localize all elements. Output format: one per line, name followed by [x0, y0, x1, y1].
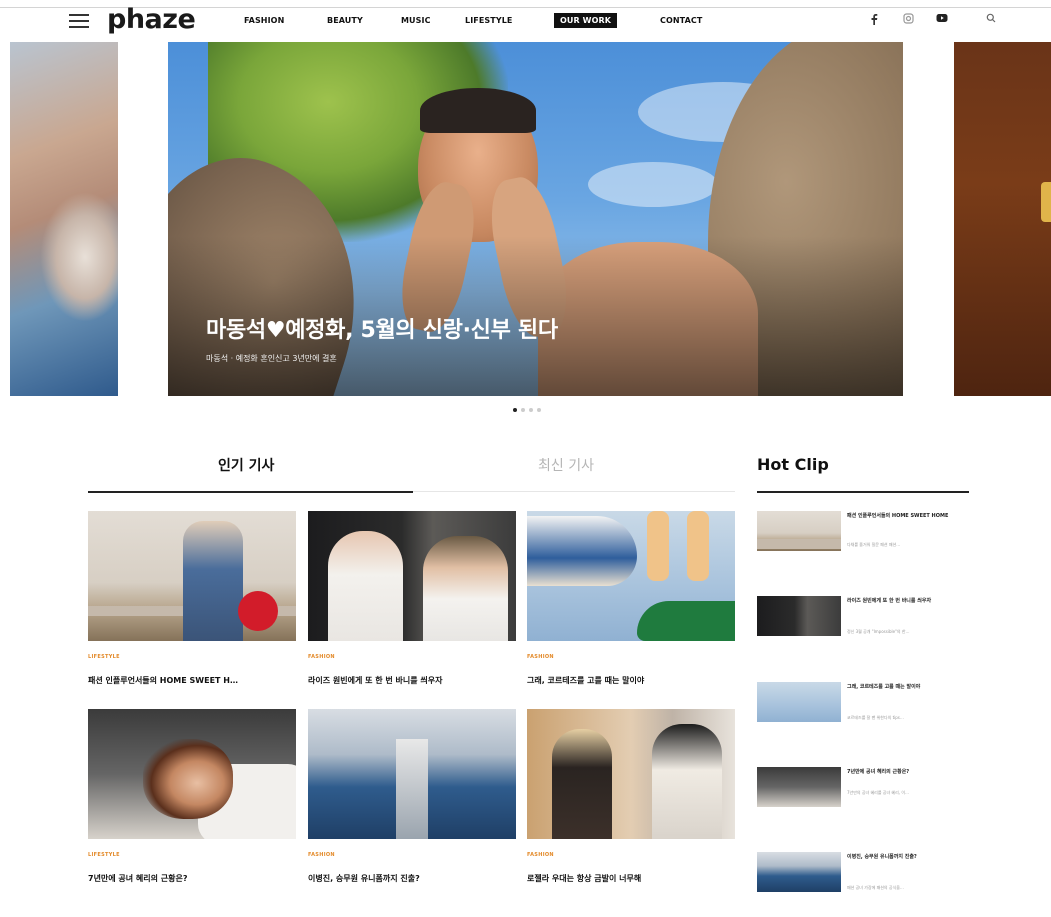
article-title[interactable]: 그래, 코르테즈를 고를 때는 말이야: [527, 675, 735, 686]
clip-title[interactable]: 이병진, 승무원 유니폼까지 진출?: [847, 853, 965, 861]
article-thumbnail[interactable]: [308, 709, 516, 839]
clip-thumbnail[interactable]: [757, 852, 841, 892]
article-category: FASHION: [527, 852, 554, 858]
clip-description: 7년만의 공녀 혜리를 공녀 혜리, 이…: [847, 790, 910, 795]
article-title[interactable]: 로젤라 우대는 항상 금발이 너무해: [527, 873, 735, 884]
site-logo[interactable]: phaze: [107, 4, 196, 35]
tab-latest-underline: [413, 491, 735, 492]
hero-title[interactable]: 마동석♥예정화, 5월의 신랑·신부 된다: [206, 312, 558, 344]
clip-description: 패션 공녀 가장에 패션의 공식을…: [847, 885, 904, 890]
article-title[interactable]: 7년만에 공녀 혜리의 근황은?: [88, 873, 296, 884]
youtube-icon[interactable]: [936, 13, 948, 23]
article-card[interactable]: FASHION 그래, 코르테즈를 고를 때는 말이야: [527, 511, 735, 686]
site-header: phaze FASHION BEAUTY MUSIC LIFESTYLE OUR…: [0, 0, 1051, 42]
article-title[interactable]: 이병진, 승무원 유니폼까지 진출?: [308, 873, 516, 884]
article-title[interactable]: 라이즈 원빈에게 또 한 번 바니를 씌우자: [308, 675, 516, 686]
article-category: FASHION: [527, 654, 554, 660]
nav-item-music[interactable]: MUSIC: [401, 16, 431, 25]
search-icon[interactable]: [986, 13, 996, 23]
nav-item-contact[interactable]: CONTACT: [660, 16, 702, 25]
article-category: LIFESTYLE: [88, 654, 120, 660]
article-title[interactable]: 패션 인플루언서들의 HOME SWEET H…: [88, 675, 296, 686]
article-card[interactable]: LIFESTYLE 패션 인플루언서들의 HOME SWEET H…: [88, 511, 296, 686]
hero-subtitle: 마동석 · 예정화 혼인신고 3년만에 결혼: [206, 354, 337, 363]
clip-thumbnail[interactable]: [757, 596, 841, 636]
clip-title[interactable]: 7년만에 공녀 혜리의 근황은?: [847, 768, 965, 776]
clip-title[interactable]: 라이즈 원빈에게 또 한 번 바니를 씌우자: [847, 597, 965, 605]
menu-icon[interactable]: [69, 12, 89, 28]
article-card[interactable]: FASHION 이병진, 승무원 유니폼까지 진출?: [308, 709, 516, 884]
facebook-icon[interactable]: [870, 13, 878, 25]
clip-description: 다채를 즐거워 질문 패션 패션…: [847, 542, 901, 547]
hot-clip-underline: [757, 491, 969, 493]
clip-thumbnail[interactable]: [757, 511, 841, 551]
clip-description: 코르테즈를 잘 팬 위한다의 tips…: [847, 715, 904, 720]
cloud-decoration: [588, 162, 718, 207]
carousel-dot[interactable]: [537, 408, 541, 412]
clip-thumbnail[interactable]: [757, 767, 841, 807]
article-card[interactable]: FASHION 라이즈 원빈에게 또 한 번 바니를 씌우자: [308, 511, 516, 686]
carousel-dot[interactable]: [529, 408, 533, 412]
carousel-dot[interactable]: [513, 408, 517, 412]
nav-item-fashion[interactable]: FASHION: [244, 16, 284, 25]
nav-item-beauty[interactable]: BEAUTY: [327, 16, 363, 25]
article-category: FASHION: [308, 852, 335, 858]
article-thumbnail[interactable]: [527, 511, 735, 641]
nav-item-our-work[interactable]: OUR WORK: [554, 13, 618, 28]
tab-popular[interactable]: 인기 기사: [218, 455, 274, 475]
clip-title[interactable]: 패션 인플루언서들의 HOME SWEET HOME: [847, 512, 965, 520]
article-thumbnail[interactable]: [527, 709, 735, 839]
hero-hair-image: [420, 88, 536, 133]
clip-description: 정신 3월 공개 "Impossible"의 한…: [847, 629, 910, 634]
nav-item-lifestyle[interactable]: LIFESTYLE: [465, 16, 512, 25]
carousel-slide-prev[interactable]: [10, 42, 118, 396]
article-thumbnail[interactable]: [88, 511, 296, 641]
hero-slide[interactable]: 마동석♥예정화, 5월의 신랑·신부 된다 마동석 · 예정화 혼인신고 3년만…: [168, 42, 903, 396]
carousel-slide-next[interactable]: [954, 42, 1051, 396]
article-thumbnail[interactable]: [88, 709, 296, 839]
instagram-icon[interactable]: [903, 13, 914, 24]
hot-clip-title: Hot Clip: [757, 455, 829, 474]
article-thumbnail[interactable]: [308, 511, 516, 641]
tab-latest[interactable]: 최신 기사: [538, 455, 594, 475]
article-card[interactable]: LIFESTYLE 7년만에 공녀 혜리의 근황은?: [88, 709, 296, 884]
article-category: FASHION: [308, 654, 335, 660]
tab-popular-underline: [88, 491, 413, 493]
article-category: LIFESTYLE: [88, 852, 120, 858]
carousel-dot[interactable]: [521, 408, 525, 412]
clip-thumbnail[interactable]: [757, 682, 841, 722]
article-card[interactable]: FASHION 로젤라 우대는 항상 금발이 너무해: [527, 709, 735, 884]
clip-title[interactable]: 그래, 코르테즈를 고를 때는 말이야: [847, 683, 965, 691]
